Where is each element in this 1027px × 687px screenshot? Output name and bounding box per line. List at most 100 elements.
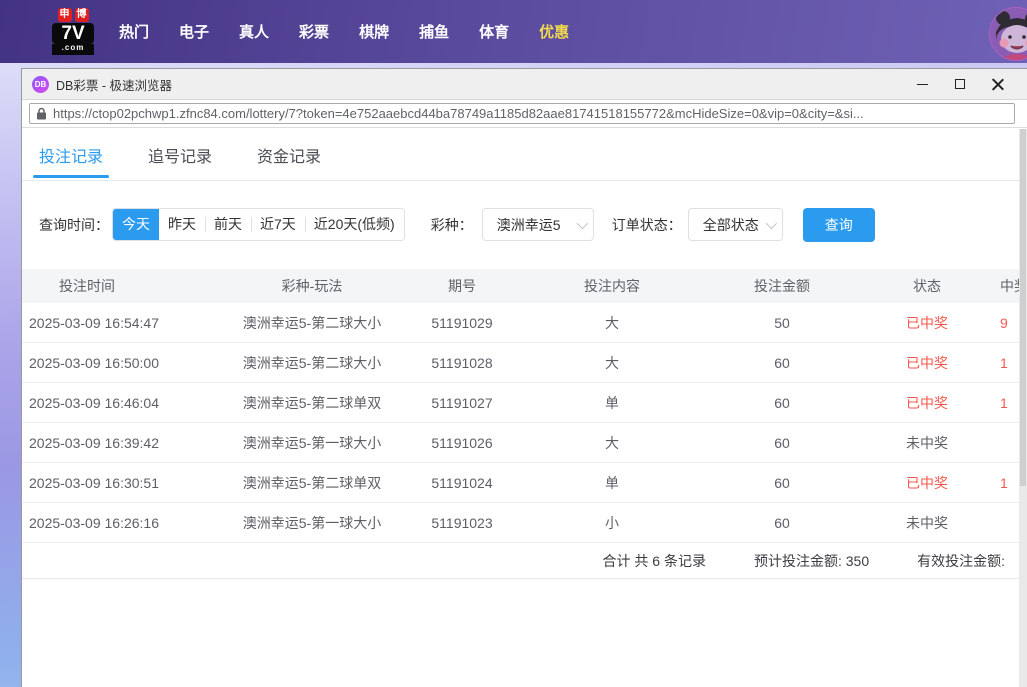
chevron-down-icon (765, 217, 776, 228)
cell-game: 澳洲幸运5-第二球大小 (222, 353, 402, 373)
col-header-issue: 期号 (402, 276, 522, 296)
cell-bet-time: 2025-03-09 16:26:16 (22, 515, 222, 531)
maximize-button[interactable] (941, 69, 979, 100)
cell-status: 未中奖 (862, 513, 992, 533)
nav-item-fishing[interactable]: 捕鱼 (419, 21, 449, 42)
filter-bar: 查询时间： 今天 昨天 前天 近7天 近20天(低频) 彩种： 澳洲幸运5 订单… (22, 208, 1019, 241)
cell-bet-time: 2025-03-09 16:30:51 (22, 475, 222, 491)
time-filter-group: 今天 昨天 前天 近7天 近20天(低频) (112, 208, 405, 241)
status-select-value: 全部状态 (703, 215, 759, 235)
cell-game: 澳洲幸运5-第二球单双 (222, 473, 402, 493)
url-text: https://ctop02pchwp1.zfnc84.com/lottery/… (53, 106, 864, 121)
time-filter-label: 查询时间： (39, 215, 109, 235)
browser-window: DB DB彩票 - 极速浏览器 https://ctop02pchwp1.zfn… (21, 68, 1027, 687)
vertical-scrollbar[interactable] (1019, 129, 1027, 687)
nav-item-slots[interactable]: 电子 (179, 21, 209, 42)
cell-amount: 60 (702, 515, 862, 531)
time-option-yesterday[interactable]: 昨天 (159, 208, 205, 241)
logo-main-text: 7V (52, 23, 94, 44)
nav-item-chess[interactable]: 棋牌 (359, 21, 389, 42)
cell-content: 单 (522, 473, 702, 493)
cell-amount: 50 (702, 315, 862, 331)
cell-prize: 1 (992, 355, 1019, 371)
lock-icon (36, 107, 47, 120)
table-row: 2025-03-09 16:46:04 澳洲幸运5-第二球单双 51191027… (22, 383, 1019, 423)
nav-item-promo[interactable]: 优惠 (539, 21, 569, 42)
lottery-filter-label: 彩种： (431, 215, 473, 235)
lottery-select-value: 澳洲幸运5 (497, 215, 561, 235)
site-nav-bar: 申 博 7V .com 热门 电子 真人 彩票 棋牌 捕鱼 体育 优惠 (0, 0, 1027, 63)
cell-content: 大 (522, 433, 702, 453)
summary-expected-amount: 预计投注金额: 350 (754, 551, 869, 571)
table-summary-row: 合计 共 6 条记录 预计投注金额: 350 有效投注金额: (22, 543, 1019, 579)
avatar-image (990, 8, 1027, 61)
summary-total-count: 合计 共 6 条记录 (603, 551, 706, 571)
cell-status: 已中奖 (862, 473, 992, 493)
tab-chase-records[interactable]: 追号记录 (148, 129, 212, 180)
cell-content: 大 (522, 313, 702, 333)
table-row: 2025-03-09 16:30:51 澳洲幸运5-第二球单双 51191024… (22, 463, 1019, 503)
nav-item-live[interactable]: 真人 (239, 21, 269, 42)
order-status-select[interactable]: 全部状态 (688, 208, 783, 241)
table-row: 2025-03-09 16:50:00 澳洲幸运5-第二球大小 51191028… (22, 343, 1019, 383)
cell-bet-time: 2025-03-09 16:50:00 (22, 355, 222, 371)
close-button[interactable] (979, 69, 1017, 100)
cell-status: 已中奖 (862, 353, 992, 373)
cell-issue: 51191027 (402, 395, 522, 411)
nav-item-sports[interactable]: 体育 (479, 21, 509, 42)
search-button[interactable]: 查询 (803, 208, 875, 242)
minimize-icon (917, 84, 928, 85)
table-row: 2025-03-09 16:26:16 澳洲幸运5-第一球大小 51191023… (22, 503, 1019, 543)
close-icon (992, 78, 1004, 90)
col-header-prize: 中奖金额 (992, 276, 1019, 296)
cell-content: 小 (522, 513, 702, 533)
browser-urlbar: https://ctop02pchwp1.zfnc84.com/lottery/… (22, 100, 1027, 128)
site-logo[interactable]: 申 博 7V .com (52, 8, 94, 55)
cell-issue: 51191024 (402, 475, 522, 491)
cell-content: 大 (522, 353, 702, 373)
logo-badges: 申 博 (58, 8, 89, 22)
table-row: 2025-03-09 16:54:47 澳洲幸运5-第二球大小 51191029… (22, 303, 1019, 343)
cell-game: 澳洲幸运5-第一球大小 (222, 513, 402, 533)
scrollbar-thumb[interactable] (1020, 129, 1026, 486)
table-header-row: 投注时间 彩种-玩法 期号 投注内容 投注金额 状态 中奖金额 (22, 269, 1019, 303)
cell-game: 澳洲幸运5-第二球单双 (222, 393, 402, 413)
col-header-bet-time: 投注时间 (22, 276, 222, 296)
browser-app-icon: DB (32, 76, 49, 93)
cell-amount: 60 (702, 475, 862, 491)
cell-game: 澳洲幸运5-第一球大小 (222, 433, 402, 453)
cell-issue: 51191026 (402, 435, 522, 451)
cell-content: 单 (522, 393, 702, 413)
time-option-today[interactable]: 今天 (113, 208, 159, 241)
bet-records-table: 投注时间 彩种-玩法 期号 投注内容 投注金额 状态 中奖金额 2025-03-… (22, 269, 1019, 579)
record-tabs: 投注记录 追号记录 资金记录 (22, 129, 1019, 181)
site-nav-items: 热门 电子 真人 彩票 棋牌 捕鱼 体育 优惠 (119, 21, 569, 42)
address-bar[interactable]: https://ctop02pchwp1.zfnc84.com/lottery/… (29, 103, 1015, 124)
nav-item-hot[interactable]: 热门 (119, 21, 149, 42)
lottery-select[interactable]: 澳洲幸运5 (482, 208, 594, 241)
window-title: DB彩票 - 极速浏览器 (56, 75, 172, 94)
nav-item-lottery[interactable]: 彩票 (299, 21, 329, 42)
tab-bet-records[interactable]: 投注记录 (39, 129, 103, 180)
time-option-day-before[interactable]: 前天 (205, 208, 251, 241)
cell-bet-time: 2025-03-09 16:46:04 (22, 395, 222, 411)
page-content: 投注记录 追号记录 资金记录 查询时间： 今天 昨天 前天 近7天 近20天(低… (22, 129, 1019, 687)
table-row: 2025-03-09 16:39:42 澳洲幸运5-第一球大小 51191026… (22, 423, 1019, 463)
time-option-7days[interactable]: 近7天 (251, 208, 305, 241)
window-titlebar[interactable]: DB DB彩票 - 极速浏览器 (22, 69, 1027, 100)
cell-prize: 1 (992, 395, 1019, 411)
maximize-icon (955, 79, 965, 89)
col-header-content: 投注内容 (522, 276, 702, 296)
cell-status: 已中奖 (862, 393, 992, 413)
summary-valid-amount: 有效投注金额: (917, 551, 1005, 571)
logo-badge-shen: 申 (58, 8, 72, 22)
col-header-status: 状态 (862, 276, 992, 296)
cell-bet-time: 2025-03-09 16:39:42 (22, 435, 222, 451)
cell-issue: 51191028 (402, 355, 522, 371)
time-option-20days[interactable]: 近20天(低频) (305, 208, 404, 241)
minimize-button[interactable] (903, 69, 941, 100)
cell-bet-time: 2025-03-09 16:54:47 (22, 315, 222, 331)
user-avatar[interactable] (989, 7, 1027, 61)
cell-amount: 60 (702, 435, 862, 451)
tab-fund-records[interactable]: 资金记录 (257, 129, 321, 180)
